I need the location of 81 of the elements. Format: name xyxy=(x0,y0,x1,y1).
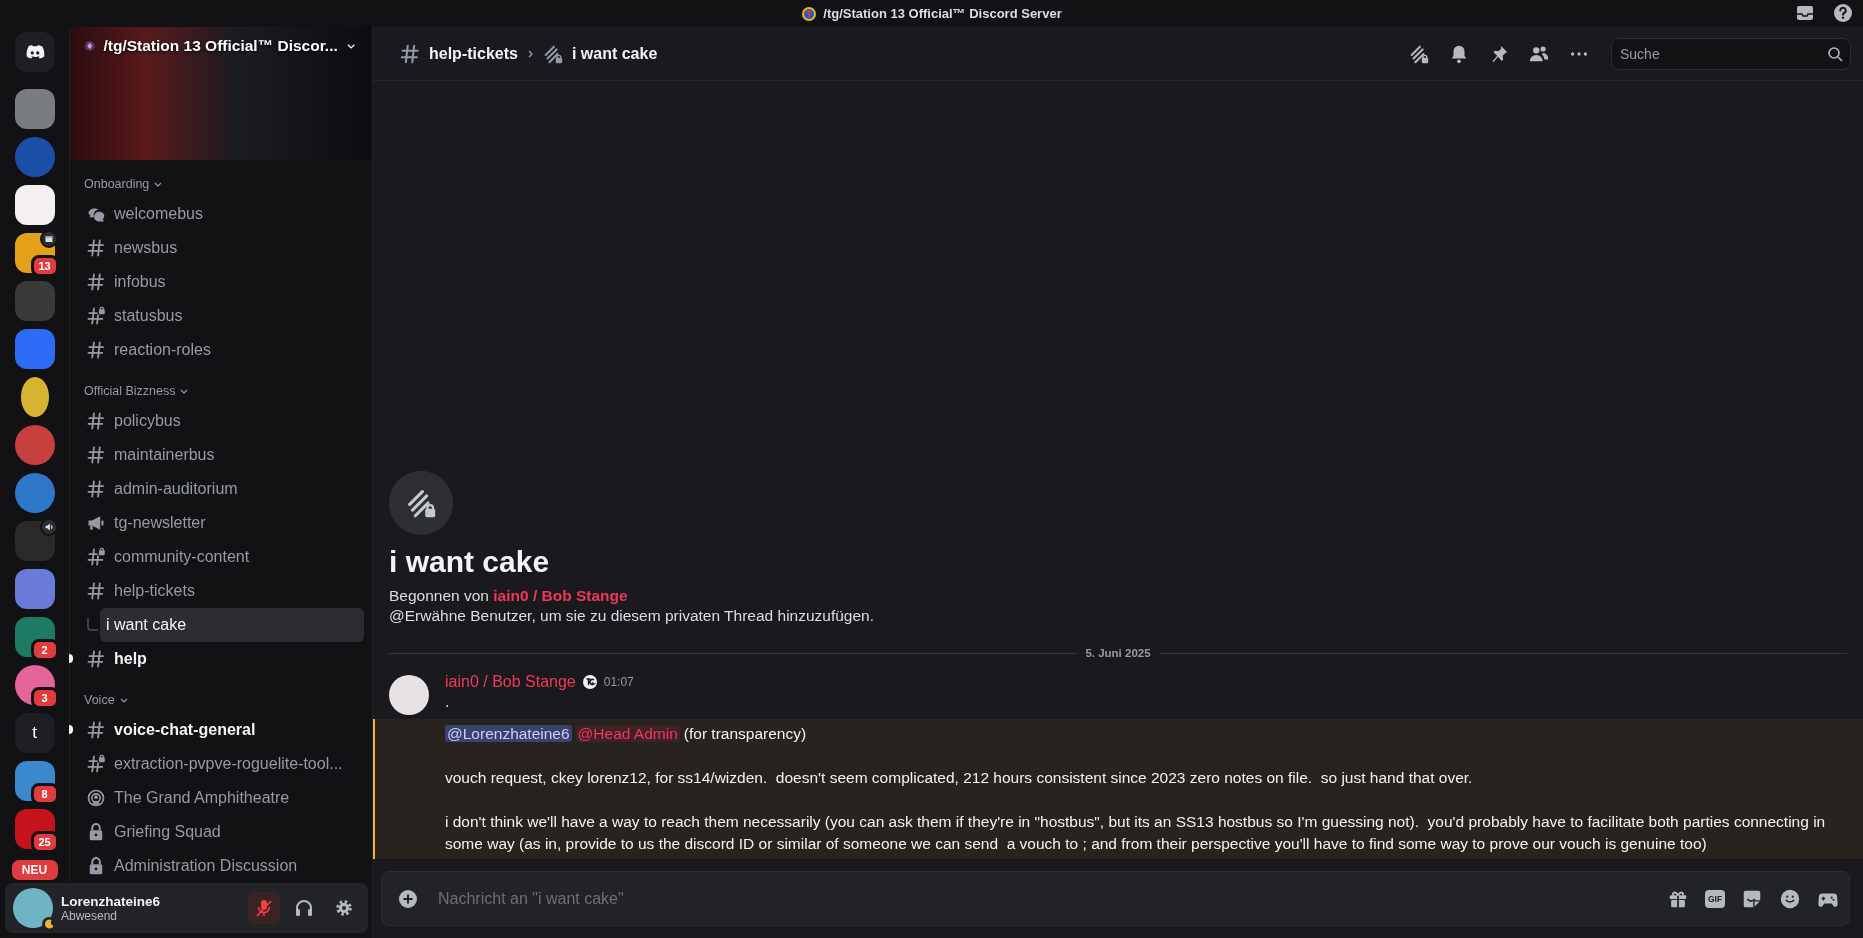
channel-item[interactable]: admin-auditorium xyxy=(78,472,364,506)
channel-item[interactable]: The Grand Amphitheatre xyxy=(78,781,364,815)
muted-microphone-button[interactable] xyxy=(248,892,280,924)
locked-hash-icon xyxy=(86,547,106,567)
message-text: i don't think we'll have a way to reach them necessarily (you can ask them if they're in "hostbus", but its an SS13 hostbus so I'm guessing not). you'd probably have to facilitate both parties connecting in some way (as in, provide to us the discord ID or similar of someone we can send a vouch to ; and from their perspective you'll have to find some way to prove our vouch is genuine too) xyxy=(445,812,1827,854)
unread-indicator xyxy=(69,725,73,734)
role-mention[interactable]: @Head Admin xyxy=(575,725,680,742)
channel-item[interactable]: community-content xyxy=(78,540,364,574)
locked-hash-icon xyxy=(86,306,106,326)
hash-icon xyxy=(86,581,106,601)
channel-item[interactable]: voice-chat-general xyxy=(78,713,364,747)
user-avatar[interactable] xyxy=(389,675,429,715)
hash-icon xyxy=(86,479,106,499)
channel-item[interactable]: statusbus xyxy=(78,299,364,333)
muted-microphone-icon xyxy=(254,898,274,918)
hash-icon xyxy=(86,649,106,669)
unread-count-badge: 2 xyxy=(30,639,59,661)
category-header[interactable]: Voice xyxy=(84,693,115,707)
server-name[interactable]: /tg/Station 13 Official™ Discor... xyxy=(103,37,338,55)
server-button[interactable]: t xyxy=(14,713,55,753)
hash-icon xyxy=(86,720,106,740)
inbox-icon[interactable] xyxy=(1795,3,1815,23)
hash-icon xyxy=(86,272,106,292)
thread-branch-icon xyxy=(86,618,98,632)
thread-title: i want cake xyxy=(389,545,550,579)
started-by-text: Begonnen von iain0 / Bob Stange xyxy=(389,587,628,605)
headphones-icon xyxy=(294,898,314,918)
server-icon[interactable] xyxy=(20,377,49,417)
hash-icon xyxy=(86,238,106,258)
server-icon[interactable] xyxy=(14,185,55,225)
user-status: Abwesend xyxy=(61,908,119,923)
channel-link[interactable]: help-tickets xyxy=(429,44,518,63)
thread-name: i want cake xyxy=(571,44,658,63)
category-header[interactable]: Official Bizzness xyxy=(84,384,176,398)
broadcast-person-icon xyxy=(86,788,106,808)
unread-count-badge: 8 xyxy=(30,783,59,805)
locked-hash-icon xyxy=(86,754,106,774)
hash-icon xyxy=(399,42,421,65)
unread-count-badge: 13 xyxy=(30,255,59,277)
username: Lorenzhateine6 xyxy=(61,893,162,909)
channel-item[interactable]: help-tickets xyxy=(78,574,364,608)
hash-icon xyxy=(86,445,106,465)
server-logo-icon xyxy=(801,5,818,22)
date-divider: 5. Juni 2025 xyxy=(1085,647,1151,659)
channel-item[interactable]: welcomebus xyxy=(78,197,364,231)
home-button[interactable] xyxy=(14,32,55,72)
search-field[interactable]: Suche xyxy=(1611,37,1851,70)
channel-item[interactable]: infobus xyxy=(78,265,364,299)
category-header[interactable]: Onboarding xyxy=(84,177,150,191)
user-avatar[interactable] xyxy=(13,888,53,928)
gif-button[interactable]: GIF xyxy=(1705,889,1725,908)
channel-item[interactable]: tg-newsletter xyxy=(78,506,364,540)
search-icon xyxy=(1827,45,1843,62)
role-badge-icon xyxy=(581,674,598,690)
message-author[interactable]: iain0 / Bob Stange xyxy=(445,673,576,691)
unread-count-badge: 25 xyxy=(30,831,59,853)
window-title: /tg/Station 13 Official™ Discord Server xyxy=(823,6,1062,21)
settings-icon xyxy=(334,898,354,918)
user-mention[interactable]: @Lorenzhateine6 xyxy=(445,725,572,742)
channel-item[interactable]: Administration Discussion xyxy=(78,849,364,883)
channel-item[interactable]: help xyxy=(78,642,364,676)
message-text: (for transparency) xyxy=(683,725,807,742)
channel-item[interactable]: maintainerbus xyxy=(78,438,364,472)
message-text: . xyxy=(445,692,451,712)
message-text: vouch request, ckey lorenz12, for ss14/wizden. doesn't seem complicated, 212 hours consistent since 2023 zero notes on file. so just hand that over. xyxy=(445,768,1474,788)
channel-item[interactable]: policybus xyxy=(78,404,364,438)
channel-item[interactable]: Griefing Squad xyxy=(78,815,364,849)
channel-item[interactable]: reaction-roles xyxy=(78,333,364,367)
hash-icon xyxy=(86,340,106,360)
help-icon[interactable] xyxy=(1833,3,1853,23)
message-time: 01:07 xyxy=(603,675,634,689)
unread-indicator xyxy=(69,654,73,663)
message-input[interactable]: Nachricht an "i want cake" GIF xyxy=(381,871,1850,926)
thread-item[interactable]: i want cake xyxy=(100,608,364,642)
unread-count-badge: 3 xyxy=(30,687,59,709)
channel-item[interactable]: extraction-pvpve-roguelite-tool... xyxy=(78,747,364,781)
hash-icon xyxy=(86,411,106,431)
plus-icon[interactable] xyxy=(398,888,418,909)
thread-hint-text: @Erwähne Benutzer, um sie zu diesem privaten Thread hinzuzufügen. xyxy=(389,607,875,625)
smiley-icon[interactable] xyxy=(1779,887,1801,910)
channel-item[interactable]: newsbus xyxy=(78,231,364,265)
